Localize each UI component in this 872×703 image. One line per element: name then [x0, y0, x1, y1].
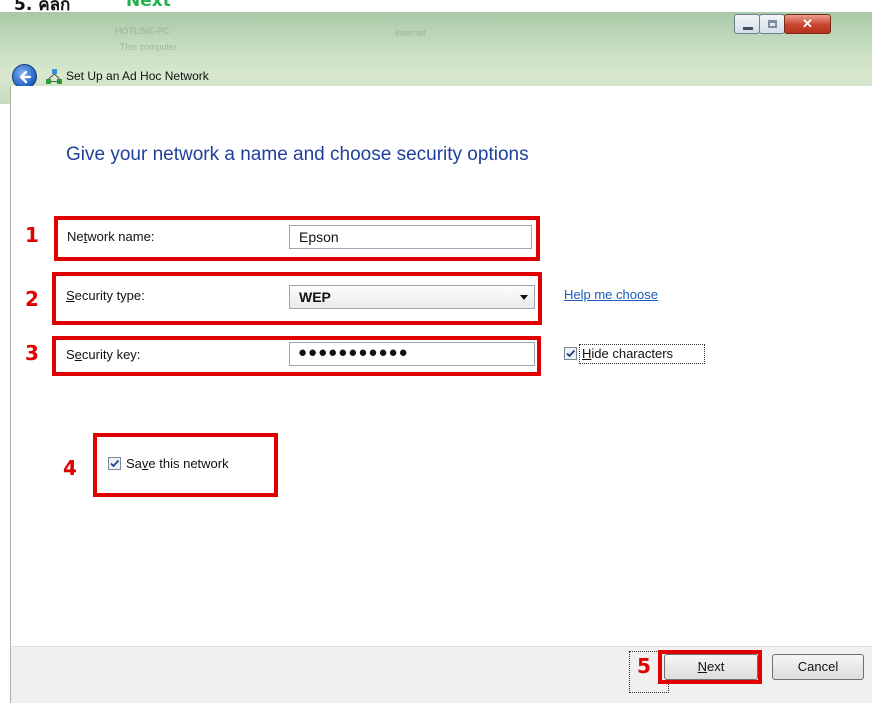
background-text: HOTLINE-PC: [115, 26, 170, 36]
maximize-icon: [768, 20, 777, 28]
hide-characters-label[interactable]: Hide characters: [582, 346, 673, 361]
access-key: H: [582, 346, 592, 361]
step-number: 2: [25, 287, 39, 311]
highlight-box-3: [52, 336, 541, 376]
instruction-strip: 5. คลิก Next: [0, 0, 872, 12]
close-icon: ✕: [802, 16, 813, 31]
page-heading: Give your network a name and choose secu…: [66, 144, 529, 165]
instruction-keyword: Next: [126, 0, 171, 11]
minimize-icon: [743, 27, 753, 30]
label-part: ide characters: [591, 346, 674, 361]
ad-hoc-network-icon: [46, 69, 62, 84]
step-number: 5: [637, 654, 651, 678]
close-button[interactable]: ✕: [784, 14, 831, 34]
help-me-choose-link[interactable]: Help me choose: [564, 287, 658, 302]
back-arrow-icon: [19, 70, 32, 84]
highlight-box-5: [658, 650, 762, 684]
hide-characters-checkbox[interactable]: [564, 347, 577, 360]
minimize-button[interactable]: [734, 14, 760, 34]
maximize-button[interactable]: [759, 14, 785, 34]
window-title: Set Up an Ad Hoc Network: [66, 69, 209, 83]
checkmark-icon: [566, 349, 576, 358]
background-text: This computer: [120, 42, 178, 52]
highlight-box-2: [52, 272, 542, 325]
step-number: 4: [63, 456, 77, 480]
background-text: Internet: [395, 28, 426, 38]
step-number: 1: [25, 223, 39, 247]
cancel-button[interactable]: Cancel: [772, 654, 864, 680]
instruction-number: 5. คลิก: [14, 0, 71, 12]
highlight-box-4: [93, 433, 278, 497]
step-number: 3: [25, 341, 39, 365]
highlight-box-1: [54, 216, 540, 261]
